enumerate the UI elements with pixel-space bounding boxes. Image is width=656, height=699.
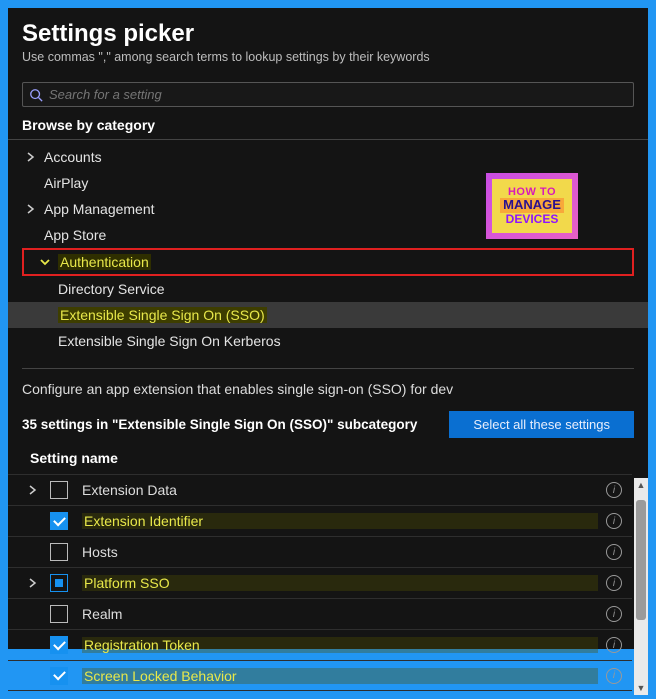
chevron-right-icon[interactable] bbox=[28, 485, 50, 495]
page-subtitle: Use commas "," among search terms to loo… bbox=[22, 50, 634, 64]
category-authentication[interactable]: Authentication bbox=[22, 248, 634, 276]
badge-line-3: DEVICES bbox=[506, 213, 559, 226]
setting-label: Screen Locked Behavior bbox=[82, 668, 598, 684]
checkbox[interactable] bbox=[50, 636, 68, 654]
subcategory-description: Configure an app extension that enables … bbox=[8, 373, 648, 401]
info-icon[interactable]: i bbox=[606, 637, 622, 653]
chevron-right-icon[interactable] bbox=[28, 578, 50, 588]
category-label: App Store bbox=[44, 227, 106, 243]
category-label: Authentication bbox=[58, 254, 151, 270]
settings-area: Extension DataiExtension IdentifieriHost… bbox=[8, 474, 648, 699]
settings-picker-panel: Settings picker Use commas "," among sea… bbox=[8, 8, 648, 649]
info-icon[interactable]: i bbox=[606, 544, 622, 560]
subcategory-extensible-sso-kerberos[interactable]: Extensible Single Sign On Kerberos bbox=[8, 328, 648, 354]
checkbox[interactable] bbox=[50, 481, 68, 499]
chevron-right-icon bbox=[26, 152, 44, 162]
settings-list: Extension DataiExtension IdentifieriHost… bbox=[8, 474, 632, 699]
divider bbox=[22, 368, 634, 369]
page-title: Settings picker bbox=[22, 20, 634, 48]
setting-row[interactable]: Hostsi bbox=[8, 536, 632, 567]
chevron-down-icon bbox=[40, 257, 58, 267]
info-icon[interactable]: i bbox=[606, 668, 622, 684]
category-accounts[interactable]: Accounts bbox=[8, 144, 648, 170]
setting-label: Platform SSO bbox=[82, 575, 598, 591]
setting-label: Extension Data bbox=[82, 482, 598, 498]
setting-label: Realm bbox=[82, 606, 598, 622]
scroll-down-arrow[interactable]: ▼ bbox=[634, 681, 648, 695]
category-label: AirPlay bbox=[44, 175, 88, 191]
settings-count-text: 35 settings in "Extensible Single Sign O… bbox=[22, 417, 417, 432]
setting-row[interactable]: Extension Data i bbox=[8, 474, 632, 505]
subcategory-directory-service[interactable]: Directory Service bbox=[8, 276, 648, 302]
count-row: 35 settings in "Extensible Single Sign O… bbox=[8, 401, 648, 446]
setting-row[interactable]: Registration Token i bbox=[8, 629, 632, 660]
select-all-button[interactable]: Select all these settings bbox=[449, 411, 634, 438]
search-icon bbox=[29, 88, 43, 102]
search-box[interactable] bbox=[22, 82, 634, 107]
info-icon[interactable]: i bbox=[606, 513, 622, 529]
category-label: Extensible Single Sign On Kerberos bbox=[58, 333, 281, 349]
info-icon[interactable]: i bbox=[606, 575, 622, 591]
header: Settings picker Use commas "," among sea… bbox=[8, 20, 648, 72]
checkbox[interactable] bbox=[50, 667, 68, 685]
checkbox[interactable] bbox=[50, 543, 68, 561]
checkbox[interactable] bbox=[50, 512, 68, 530]
badge-line-2: MANAGE bbox=[500, 198, 564, 212]
info-icon[interactable]: i bbox=[606, 482, 622, 498]
category-label: Directory Service bbox=[58, 281, 165, 297]
scrollbar[interactable]: ▲ ▼ bbox=[634, 478, 648, 695]
setting-label: Hosts bbox=[82, 544, 598, 560]
info-icon[interactable]: i bbox=[606, 606, 622, 622]
search-input[interactable] bbox=[49, 87, 627, 102]
subcategory-extensible-sso[interactable]: Extensible Single Sign On (SSO) bbox=[8, 302, 648, 328]
checkbox[interactable] bbox=[50, 574, 68, 592]
scroll-up-arrow[interactable]: ▲ bbox=[634, 478, 648, 492]
scrollbar-thumb[interactable] bbox=[636, 500, 646, 620]
setting-row[interactable]: Platform SSO i bbox=[8, 567, 632, 598]
browse-by-category-label: Browse by category bbox=[8, 113, 648, 140]
watermark-badge: HOW TO MANAGE DEVICES bbox=[486, 173, 578, 239]
category-label: Extensible Single Sign On (SSO) bbox=[58, 307, 267, 323]
setting-label: Extension Identifier bbox=[82, 513, 598, 529]
setting-label: Registration Token bbox=[82, 637, 598, 653]
setting-row[interactable]: Extension Identifier i bbox=[8, 505, 632, 536]
category-label: App Management bbox=[44, 201, 155, 217]
column-header-setting-name: Setting name bbox=[8, 446, 648, 474]
chevron-right-icon bbox=[26, 204, 44, 214]
setting-row[interactable]: Realmi bbox=[8, 598, 632, 629]
category-label: Accounts bbox=[44, 149, 102, 165]
checkbox[interactable] bbox=[50, 605, 68, 623]
setting-row[interactable]: Screen Locked Behavior i bbox=[8, 660, 632, 691]
